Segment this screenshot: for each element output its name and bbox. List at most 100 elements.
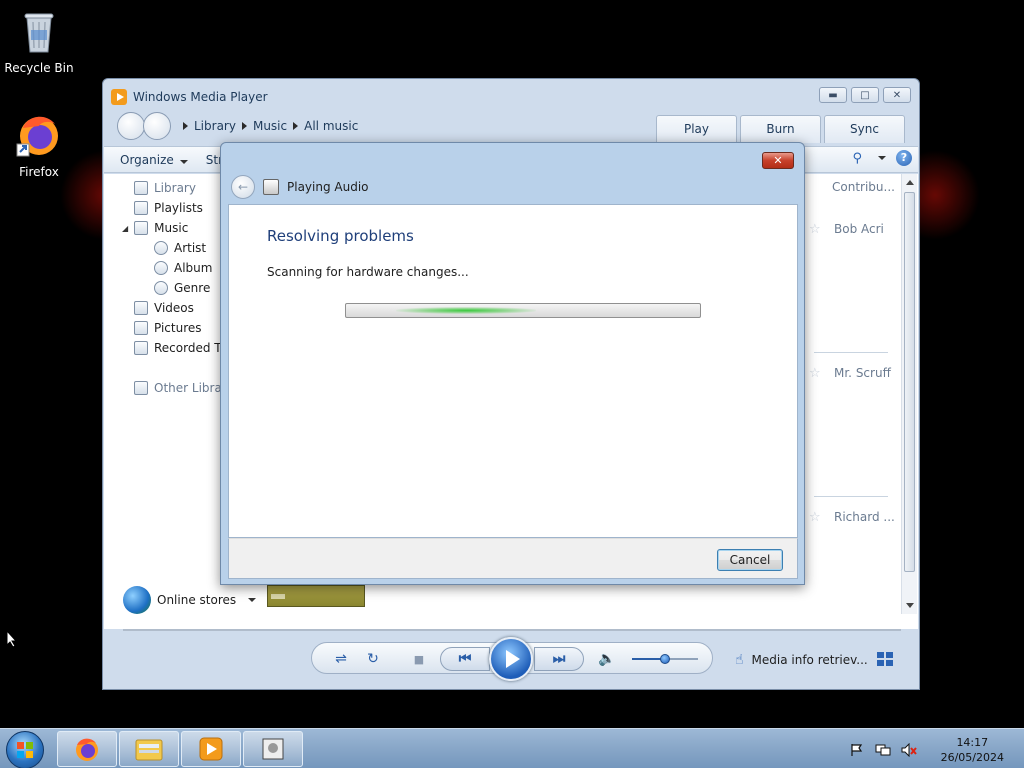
organize-menu[interactable]: Organize [120,153,188,167]
dialog-status-message: Scanning for hardware changes... [267,265,469,279]
nav-item-label: Playlists [154,201,203,215]
desktop-icon-firefox[interactable]: Firefox [1,110,77,179]
column-header-contributing-artist[interactable]: Contribu... [832,180,895,194]
play-button[interactable] [489,637,533,681]
rating-star-icon[interactable]: ☆ [809,366,821,381]
now-playing-album-art[interactable] [267,585,365,607]
picture-icon [134,321,148,335]
window-title-bar: Windows Media Player [111,87,268,107]
window-controls: ▬ □ ✕ [819,87,911,103]
taskbar-firefox[interactable] [57,731,117,767]
switch-to-now-playing-icon[interactable] [877,652,893,666]
nav-item-artist[interactable]: Artist [154,241,206,255]
seek-bar[interactable] [123,629,901,631]
breadcrumb-music[interactable]: Music [253,119,287,133]
dialog-title: Playing Audio [287,180,369,194]
dialog-footer: Cancel [228,538,798,579]
chevron-right-icon [183,122,188,130]
window-title: Windows Media Player [133,90,268,104]
nav-item-label: Videos [154,301,194,315]
album-icon [154,261,168,275]
nav-item-pictures[interactable]: Pictures [134,321,202,335]
close-button[interactable]: ✕ [883,87,911,103]
playlist-icon [134,201,148,215]
nav-item-playlists[interactable]: Playlists [134,201,203,215]
nav-item-album[interactable]: Album [154,261,212,275]
desktop-icon-label: Firefox [19,165,59,179]
scroll-down-icon[interactable] [906,603,914,608]
artist-cell: Richard ... [834,510,895,524]
dialog-body: Resolving problems Scanning for hardware… [228,204,798,538]
tab-play[interactable]: Play [656,115,737,143]
rating-star-icon[interactable]: ☆ [809,222,821,237]
nav-item-label: Other Librari [154,381,231,395]
desktop-icon-label: Recycle Bin [4,61,74,75]
nav-item-label: Genre [174,281,211,295]
repeat-icon[interactable]: ↻ [364,650,382,668]
dialog-close-button[interactable]: ✕ [762,152,794,169]
breadcrumb-library[interactable]: Library [194,119,236,133]
nav-item-library[interactable]: Library [134,181,196,195]
desktop-icon-recycle-bin[interactable]: Recycle Bin [1,8,77,75]
nav-item-label: Artist [174,241,207,255]
tab-burn[interactable]: Burn [740,115,821,143]
scroll-up-icon[interactable] [906,180,914,185]
group-divider [814,352,888,353]
clock[interactable]: 14:17 26/05/2024 [941,735,1004,765]
folder-icon [135,739,163,761]
dialog-header: ← Playing Audio [231,175,369,199]
help-icon[interactable]: ? [896,150,912,166]
volume-muted-icon[interactable] [901,743,917,757]
chevron-down-icon [248,598,257,602]
rating-star-icon[interactable]: ☆ [809,510,821,525]
forward-button[interactable] [143,112,171,140]
nav-item-videos[interactable]: Videos [134,301,194,315]
video-icon [134,301,148,315]
vertical-scrollbar[interactable] [901,174,917,614]
volume-icon[interactable]: 🔈 [598,650,616,668]
taskbar-file-explorer[interactable] [119,731,179,767]
network-icon[interactable] [875,743,891,757]
maximize-button[interactable]: □ [851,87,879,103]
info-hand-icon: ☝ [735,652,744,668]
search-icon[interactable]: ⚲ [852,151,862,166]
nav-item-genre[interactable]: Genre [154,281,210,295]
nav-item-music[interactable]: ◢ Music [122,221,188,235]
system-tray: 14:17 26/05/2024 [849,735,1004,765]
volume-slider[interactable] [632,654,698,664]
media-player-icon [111,89,127,105]
clock-date: 26/05/2024 [940,751,1004,764]
collapse-arrow-icon[interactable]: ◢ [122,224,128,233]
start-button[interactable] [6,731,44,768]
nav-item-recorded-tv[interactable]: Recorded TV [134,341,230,355]
action-center-flag-icon[interactable] [849,743,865,757]
windows-logo-icon [17,742,33,758]
breadcrumb-all-music[interactable]: All music [304,119,358,133]
search-tools: ⚲ ? [852,150,912,166]
organize-label: Organize [120,152,174,167]
volume-knob[interactable] [660,654,670,664]
scrollbar-thumb[interactable] [904,192,915,572]
recycle-bin-icon [1,8,77,57]
artist-icon [154,241,168,255]
chevron-right-icon [241,122,247,130]
network-icon [134,381,148,395]
taskbar-media-player[interactable] [181,731,241,767]
cancel-button[interactable]: Cancel [717,549,783,571]
search-options-dropdown[interactable] [878,156,886,160]
tab-sync[interactable]: Sync [824,115,905,143]
stop-icon[interactable]: ■ [410,650,428,668]
navigation-pane: Library Playlists ◢ Music Artist Album Ge… [104,174,230,629]
dialog-back-button[interactable]: ← [231,175,255,199]
shuffle-icon[interactable]: ⇌ [332,650,350,668]
previous-button[interactable]: ⏮ [440,647,490,671]
online-stores-menu[interactable]: Online stores [123,586,257,614]
back-button[interactable] [117,112,145,140]
tv-icon [134,341,148,355]
taskbar-troubleshooter[interactable] [243,731,303,767]
nav-item-other-libraries[interactable]: Other Librari [134,381,230,395]
nav-item-label: Album [174,261,213,275]
chevron-down-icon [179,159,188,164]
next-button[interactable]: ⏭ [534,647,584,671]
minimize-button[interactable]: ▬ [819,87,847,103]
